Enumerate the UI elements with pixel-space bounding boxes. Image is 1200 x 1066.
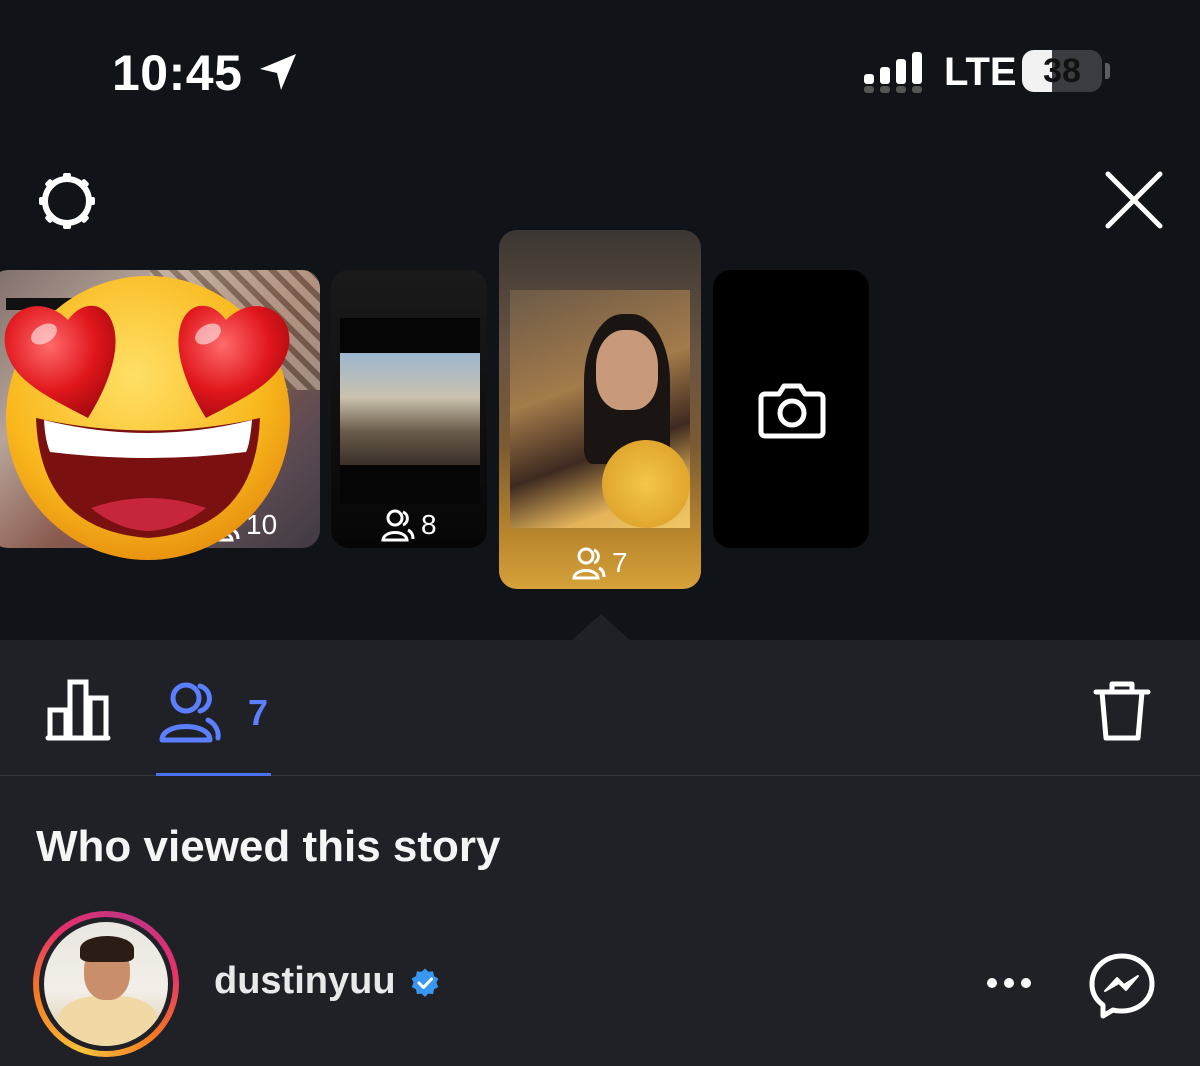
gear-icon[interactable] — [34, 168, 100, 234]
view-count-number: 8 — [421, 509, 437, 540]
story-ring[interactable] — [33, 911, 179, 1057]
viewers-icon — [572, 547, 606, 580]
more-options-icon[interactable] — [984, 970, 1034, 996]
viewers-icon — [159, 682, 221, 743]
location-arrow-icon — [260, 54, 296, 90]
avatar — [44, 922, 168, 1046]
view-count-number: 7 — [612, 547, 628, 578]
status-bar: 10:45 LTE 38 — [0, 0, 1200, 140]
tab-viewers[interactable]: 7 — [156, 672, 271, 776]
story-view-count: 8 — [381, 508, 437, 542]
signal-bars-icon — [864, 52, 922, 93]
trash-icon[interactable] — [1092, 678, 1152, 744]
battery-indicator: 38 — [1022, 50, 1112, 92]
story-thumbnail-selected[interactable] — [499, 230, 701, 589]
story-thumbnail[interactable] — [331, 270, 487, 548]
viewer-row[interactable]: dustinyuu — [0, 908, 1200, 1058]
camera-icon — [758, 383, 826, 439]
viewer-username[interactable]: dustinyuu — [214, 960, 396, 1003]
heart-eyes-emoji — [4, 276, 290, 560]
story-view-count: 7 — [572, 546, 628, 580]
selected-story-pointer — [571, 614, 631, 641]
status-time: 10:45 — [112, 45, 243, 101]
viewers-icon — [381, 509, 415, 542]
viewers-count: 7 — [248, 692, 269, 733]
network-type: LTE — [944, 50, 1017, 94]
close-icon[interactable] — [1100, 166, 1168, 234]
add-story-camera[interactable] — [713, 270, 869, 548]
battery-level: 38 — [1043, 52, 1081, 90]
bar-chart-icon[interactable] — [44, 678, 112, 742]
active-tab-indicator — [156, 773, 271, 776]
messenger-icon[interactable] — [1088, 952, 1156, 1020]
verified-badge-icon — [411, 968, 439, 997]
section-title: Who viewed this story — [36, 822, 501, 871]
